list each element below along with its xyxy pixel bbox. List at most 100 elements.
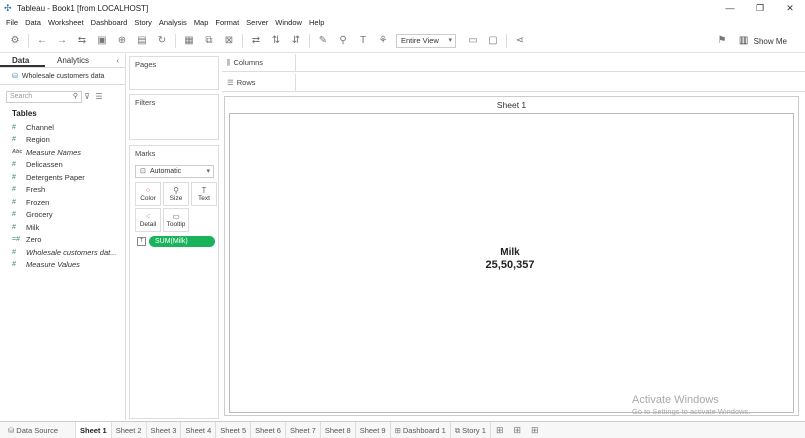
- field-milk[interactable]: # Milk: [0, 221, 125, 234]
- detail-button[interactable]: ⁖ Detail: [135, 208, 161, 232]
- highlight-icon[interactable]: ✎: [316, 34, 330, 48]
- sort-ascending-icon[interactable]: ⇅: [269, 34, 283, 48]
- sheet-tab[interactable]: Sheet 5: [216, 421, 252, 438]
- window-controls: — ❐ ✕: [715, 0, 805, 16]
- field-label: Measure Names: [26, 147, 82, 157]
- tableau-home-icon[interactable]: ⚙: [8, 34, 22, 48]
- duplicate-sheet-icon[interactable]: ⧉: [202, 34, 216, 48]
- pause-updates-icon[interactable]: ▤: [135, 34, 149, 48]
- presentation-mode-icon[interactable]: ▢: [486, 34, 500, 48]
- text-button[interactable]: T Text: [191, 182, 217, 206]
- datasource-item[interactable]: ⛁ Wholesale customers data: [0, 68, 125, 85]
- menu-analysis[interactable]: Analysis: [159, 18, 187, 27]
- share-icon[interactable]: ⋖: [513, 34, 527, 48]
- pin-icon[interactable]: ⚑: [715, 34, 729, 48]
- menu-data[interactable]: Data: [25, 18, 41, 27]
- sheet-tab[interactable]: Sheet 7: [286, 421, 321, 438]
- menu-story[interactable]: Story: [134, 18, 152, 27]
- menu-dashboard[interactable]: Dashboard: [91, 18, 128, 27]
- menu-help[interactable]: Help: [309, 18, 324, 27]
- field-record-count[interactable]: # Wholesale customers dat...: [0, 246, 125, 259]
- save-icon[interactable]: ▣: [95, 34, 109, 48]
- field-delicassen[interactable]: # Delicassen: [0, 159, 125, 172]
- sheet-tab[interactable]: Sheet 4: [181, 421, 217, 438]
- filters-card[interactable]: Filters: [129, 94, 219, 140]
- sheet-title[interactable]: Sheet 1: [225, 100, 798, 110]
- field-measure-names[interactable]: Abc Measure Names: [0, 146, 125, 159]
- field-zero[interactable]: =# Zero: [0, 234, 125, 247]
- show-cards-icon[interactable]: ▭: [466, 34, 480, 48]
- sheet-tab[interactable]: Sheet 1: [76, 421, 112, 438]
- close-button[interactable]: ✕: [775, 0, 805, 16]
- measure-icon: #: [12, 136, 16, 144]
- calculated-field-icon: =#: [12, 236, 20, 244]
- kpi-text-mark[interactable]: Milk 25,50,357: [460, 247, 560, 271]
- field-label: Zero: [26, 235, 42, 245]
- filter-icon[interactable]: ⊽: [82, 90, 92, 104]
- columns-label: ⫼ Columns: [222, 53, 296, 72]
- menu-map[interactable]: Map: [194, 18, 209, 27]
- field-region[interactable]: # Region: [0, 134, 125, 147]
- field-channel[interactable]: # Channel: [0, 121, 125, 134]
- automatic-mark-icon: ⊡: [140, 168, 146, 175]
- sort-descending-icon[interactable]: ⇵: [289, 34, 303, 48]
- field-frozen[interactable]: # Frozen: [0, 196, 125, 209]
- menu-file[interactable]: File: [6, 18, 18, 27]
- dashboard-tab[interactable]: ⊞ Dashboard 1: [391, 421, 451, 438]
- sum-milk-pill[interactable]: SUM(Milk): [149, 236, 215, 247]
- sheet-tab[interactable]: Sheet 8: [321, 421, 356, 438]
- marks-card: Marks ⊡ Automatic ▾ ⁘ Color ⚲ Size T Text ⁖…: [129, 145, 219, 419]
- field-measure-values[interactable]: # Measure Values: [0, 259, 125, 272]
- mark-type-select[interactable]: ⊡ Automatic ▾: [135, 165, 214, 178]
- group-members-icon[interactable]: ⚲: [336, 34, 350, 48]
- data-source-tab[interactable]: ⛁ Data Source: [0, 421, 76, 438]
- refresh-icon[interactable]: ↻: [155, 34, 169, 48]
- menu-server[interactable]: Server: [246, 18, 268, 27]
- story-tab[interactable]: ⧉ Story 1: [451, 421, 491, 438]
- new-datasource-icon[interactable]: ⊕: [115, 34, 129, 48]
- tooltip-label: Tooltip: [166, 221, 186, 228]
- tooltip-button[interactable]: ▭ Tooltip: [163, 208, 189, 232]
- tab-analytics[interactable]: Analytics: [45, 54, 90, 67]
- swap-rows-columns-icon[interactable]: ⇄: [249, 34, 263, 48]
- sheet-tab[interactable]: Sheet 2: [112, 421, 147, 438]
- replay-animation-icon[interactable]: ⇆: [75, 34, 89, 48]
- fix-axes-icon[interactable]: ⚘: [376, 34, 390, 48]
- field-grocery[interactable]: # Grocery: [0, 209, 125, 222]
- view-canvas[interactable]: Milk 25,50,357: [229, 113, 794, 413]
- color-button[interactable]: ⁘ Color: [135, 182, 161, 206]
- columns-text: Columns: [233, 57, 264, 67]
- sheet-tab[interactable]: Sheet 9: [356, 421, 391, 438]
- clear-sheet-icon[interactable]: ⊠: [222, 34, 236, 48]
- view-options-icon[interactable]: ☰: [94, 90, 104, 104]
- field-label: Delicassen: [26, 160, 63, 170]
- sheet-tab[interactable]: Sheet 6: [251, 421, 286, 438]
- field-detergents-paper[interactable]: # Detergents Paper: [0, 171, 125, 184]
- text-icon: T: [201, 186, 207, 195]
- sheet-tab[interactable]: Sheet 3: [147, 421, 182, 438]
- menu-worksheet[interactable]: Worksheet: [48, 18, 84, 27]
- minimize-button[interactable]: —: [715, 0, 745, 16]
- menu-window[interactable]: Window: [275, 18, 302, 27]
- new-worksheet-icon[interactable]: ▦: [182, 34, 196, 48]
- columns-shelf[interactable]: ⫼ Columns: [222, 53, 805, 72]
- fit-select[interactable]: Entire View: [396, 33, 456, 48]
- pages-card[interactable]: Pages: [129, 56, 219, 90]
- new-story-icon[interactable]: ⊞: [526, 422, 544, 438]
- tab-data[interactable]: Data: [0, 54, 45, 67]
- menu-format[interactable]: Format: [215, 18, 239, 27]
- marks-header: Marks: [135, 149, 156, 158]
- rows-shelf[interactable]: ☰ Rows: [222, 73, 805, 92]
- measure-icon: #: [12, 261, 16, 269]
- collapse-pane-icon[interactable]: ‹: [116, 54, 119, 67]
- maximize-button[interactable]: ❐: [745, 0, 775, 16]
- redo-icon[interactable]: →: [55, 34, 69, 48]
- field-fresh[interactable]: # Fresh: [0, 184, 125, 197]
- undo-icon[interactable]: ←: [35, 34, 49, 48]
- show-mark-labels-icon[interactable]: T: [356, 34, 370, 48]
- new-worksheet-icon[interactable]: ⊞: [491, 422, 509, 438]
- search-input[interactable]: Search ⚲: [6, 91, 82, 103]
- new-dashboard-icon[interactable]: ⊞: [508, 422, 526, 438]
- size-button[interactable]: ⚲ Size: [163, 182, 189, 206]
- show-me-button[interactable]: ▥ Show Me: [737, 34, 787, 48]
